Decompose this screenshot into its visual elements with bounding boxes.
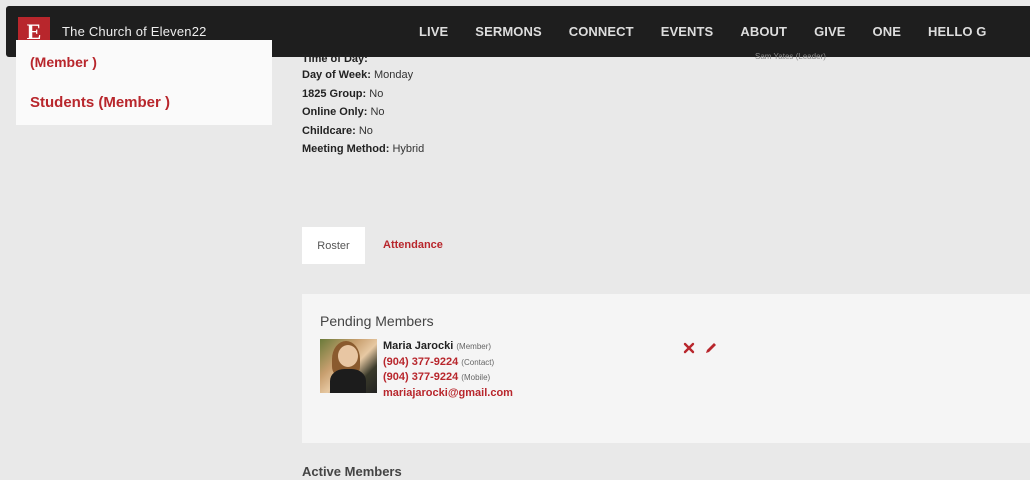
member-phone-contact[interactable]: (904) 377-9224 [383, 356, 458, 368]
nav-sermons[interactable]: SERMONS [475, 24, 541, 39]
nav-live[interactable]: LIVE [419, 24, 448, 39]
leader-partial: Sam Yates (Leader) [755, 52, 826, 61]
active-members-title: Active Members [302, 464, 402, 479]
tab-attendance[interactable]: Attendance [383, 239, 443, 251]
tab-roster[interactable]: Roster [302, 227, 365, 264]
member-actions [682, 341, 718, 355]
nav-about[interactable]: ABOUT [740, 24, 787, 39]
sidebar-item-partial[interactable]: (Member ) [30, 54, 97, 70]
group-details: Time of Day: Day of Week: Monday 1825 Gr… [302, 50, 702, 159]
pencil-icon[interactable] [704, 341, 718, 355]
groups-sidebar: (Member ) Students (Member ) [16, 40, 272, 125]
nav-give[interactable]: GIVE [814, 24, 845, 39]
member-phone-mobile[interactable]: (904) 377-9224 [383, 371, 458, 383]
detail-time-of-day: Time of Day: [302, 53, 368, 65]
member-role: (Member) [456, 342, 492, 351]
detail-day-of-week: Day of Week: Monday [302, 69, 414, 81]
nav-connect[interactable]: CONNECT [569, 24, 634, 39]
member-avatar [320, 339, 377, 393]
brand-name[interactable]: The Church of Eleven22 [62, 24, 207, 39]
nav-hello-user[interactable]: HELLO G [928, 24, 986, 39]
sidebar-item-students[interactable]: Students (Member ) [30, 94, 170, 111]
phone-mobile-tag: (Mobile) [461, 373, 491, 382]
detail-meeting-method: Meeting Method: Hybrid [302, 143, 425, 156]
nav-one[interactable]: ONE [873, 24, 901, 39]
nav-events[interactable]: EVENTS [661, 24, 714, 39]
detail-1825-group: 1825 Group: No [302, 87, 384, 100]
member-info: Maria Jarocki (Member) (904) 377-9224 (C… [383, 339, 513, 401]
phone-contact-tag: (Contact) [461, 357, 495, 367]
detail-childcare: Childcare: No [302, 124, 373, 137]
pending-members-title: Pending Members [320, 313, 434, 329]
detail-online-only: Online Only: No [302, 106, 385, 119]
member-name: Maria Jarocki [383, 340, 454, 352]
close-icon[interactable] [682, 341, 696, 355]
member-email[interactable]: mariajarocki@gmail.com [383, 387, 513, 399]
pending-members-panel: Pending Members Maria Jarocki (Member) (… [302, 294, 1030, 443]
